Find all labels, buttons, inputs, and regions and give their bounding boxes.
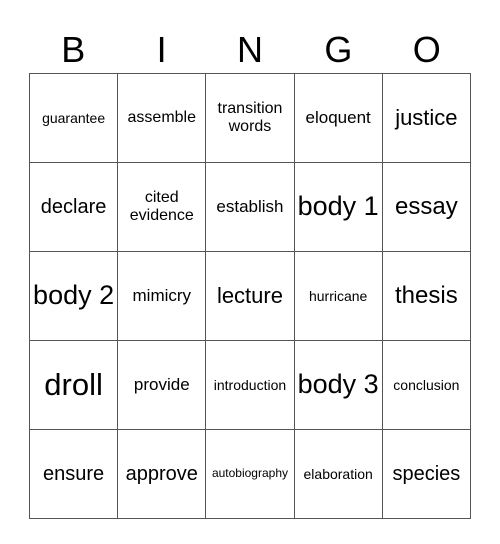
bingo-cell[interactable]: essay — [381, 162, 472, 252]
header-letter-g: G — [324, 29, 353, 70]
bingo-row: declare cited evidence establish body 1 essa… — [28, 162, 472, 252]
bingo-cell[interactable]: provide — [117, 340, 207, 430]
bingo-cell[interactable]: guarantee — [28, 73, 119, 163]
bingo-row: ensure approve autobiography elaboration spe… — [28, 429, 472, 519]
bingo-cell[interactable]: droll — [28, 340, 119, 430]
bingo-cell[interactable]: hurricane — [293, 251, 383, 341]
bingo-cell-word: assemble — [127, 108, 197, 126]
bingo-row: guarantee assemble transition words eloquen… — [28, 73, 472, 163]
bingo-cell-word: justice — [395, 105, 458, 131]
bingo-cell[interactable]: autobiography — [205, 429, 295, 519]
bingo-cell[interactable]: lecture — [205, 251, 295, 341]
bingo-cell[interactable]: body 3 — [293, 340, 383, 430]
header-letter-n: N — [236, 29, 263, 70]
bingo-cell-word: essay — [395, 193, 458, 221]
bingo-cell[interactable]: approve — [117, 429, 207, 519]
bingo-cell[interactable]: body 2 — [28, 251, 119, 341]
bingo-cell-word: elaboration — [303, 465, 373, 482]
bingo-cell[interactable]: eloquent — [293, 73, 383, 163]
bingo-cell-word: body 2 — [33, 280, 115, 311]
bingo-cell[interactable]: body 1 — [293, 162, 383, 252]
bingo-cell[interactable]: justice — [381, 73, 472, 163]
bingo-cell[interactable]: ensure — [28, 429, 119, 519]
bingo-cell-word: autobiography — [211, 466, 288, 481]
bingo-cell-word: eloquent — [305, 108, 371, 128]
bingo-header: B I N G O — [29, 28, 471, 72]
header-letter-o: O — [412, 29, 441, 70]
bingo-cell-word: establish — [216, 197, 284, 217]
bingo-cell[interactable]: mimicry — [117, 251, 207, 341]
bingo-cell-word: guarantee — [42, 109, 106, 126]
bingo-cell-word: body 1 — [297, 191, 379, 222]
bingo-cell-word: provide — [133, 375, 190, 395]
bingo-cell[interactable]: introduction — [205, 340, 295, 430]
bingo-cell-word: droll — [44, 367, 103, 403]
bingo-cell[interactable]: transition words — [205, 73, 295, 163]
bingo-cell-word: cited evidence — [129, 188, 194, 224]
bingo-cell[interactable]: establish — [205, 162, 295, 252]
bingo-cell[interactable]: elaboration — [293, 429, 383, 519]
header-letter-i: I — [156, 29, 167, 70]
bingo-cell-word: lecture — [216, 283, 283, 309]
bingo-cell-word: approve — [125, 462, 198, 485]
bingo-cell[interactable]: thesis — [381, 251, 472, 341]
bingo-cell-word: conclusion — [393, 376, 460, 393]
bingo-row: droll provide introduction body 3 conclusion — [28, 340, 472, 430]
bingo-cell-word: mimicry — [132, 286, 192, 306]
bingo-cell-word: introduction — [213, 376, 287, 393]
bingo-cell-word: hurricane — [308, 287, 368, 304]
bingo-card-grid: guarantee assemble transition words eloquen… — [28, 73, 472, 519]
bingo-cell[interactable]: declare — [28, 162, 119, 252]
bingo-cell-word: thesis — [395, 282, 458, 310]
bingo-cell-word: ensure — [43, 462, 105, 485]
bingo-cell-word: declare — [40, 195, 107, 218]
bingo-cell[interactable]: assemble — [117, 73, 207, 163]
bingo-row: body 2 mimicry lecture hurricane thesis — [28, 251, 472, 341]
bingo-cell[interactable]: cited evidence — [117, 162, 207, 252]
bingo-cell[interactable]: conclusion — [381, 340, 472, 430]
bingo-cell-word: body 3 — [297, 369, 379, 400]
bingo-cell-word: transition words — [217, 99, 283, 135]
bingo-cell-word: species — [392, 462, 461, 485]
bingo-cell[interactable]: species — [381, 429, 472, 519]
header-letter-b: B — [61, 29, 86, 70]
